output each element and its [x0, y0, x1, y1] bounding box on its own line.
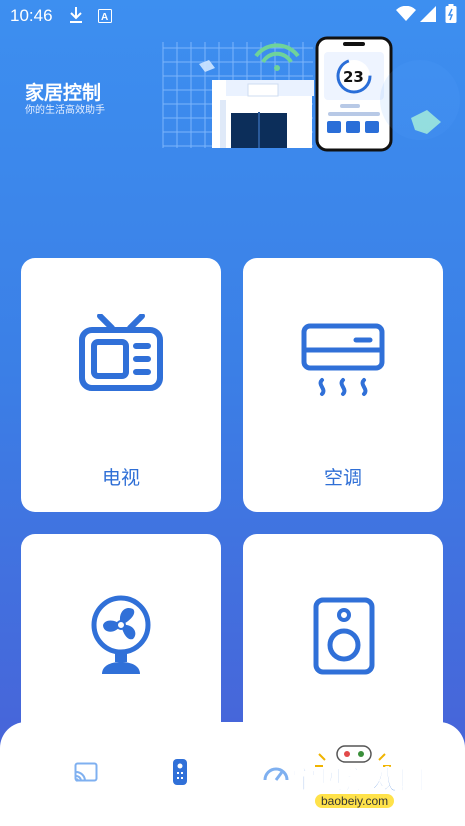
- card-fan[interactable]: [21, 534, 221, 744]
- card-tv-label: 电视: [101, 467, 140, 489]
- card-tv[interactable]: 电视: [21, 258, 221, 512]
- signal-icon: [420, 6, 436, 26]
- wifi-icon: [396, 5, 416, 26]
- thermostat-value: 23: [343, 68, 364, 86]
- tv-icon: [78, 313, 164, 396]
- air-conditioner-icon: [300, 322, 386, 406]
- font-icon: A: [98, 8, 112, 27]
- status-bar: 10:46 A: [0, 0, 465, 32]
- fan-icon: [90, 594, 152, 682]
- remote-icon[interactable]: [172, 758, 188, 790]
- card-speaker[interactable]: [243, 534, 443, 744]
- download-icon: [68, 6, 84, 28]
- svg-text:A: A: [101, 12, 108, 23]
- cast-icon[interactable]: [74, 762, 98, 788]
- watermark: 宝贝游戏网 baobeiy.com: [285, 740, 465, 826]
- battery-icon: [445, 4, 457, 28]
- card-air-conditioner[interactable]: 空调: [243, 258, 443, 512]
- watermark-url: baobeiy.com: [315, 794, 395, 808]
- card-air-conditioner-label: 空调: [323, 467, 362, 489]
- watermark-text: 宝贝游戏网: [290, 766, 427, 797]
- hero-subtitle: 你的生活高效助手: [25, 105, 105, 116]
- status-time: 10:46: [10, 6, 53, 25]
- speaker-icon: [313, 597, 375, 679]
